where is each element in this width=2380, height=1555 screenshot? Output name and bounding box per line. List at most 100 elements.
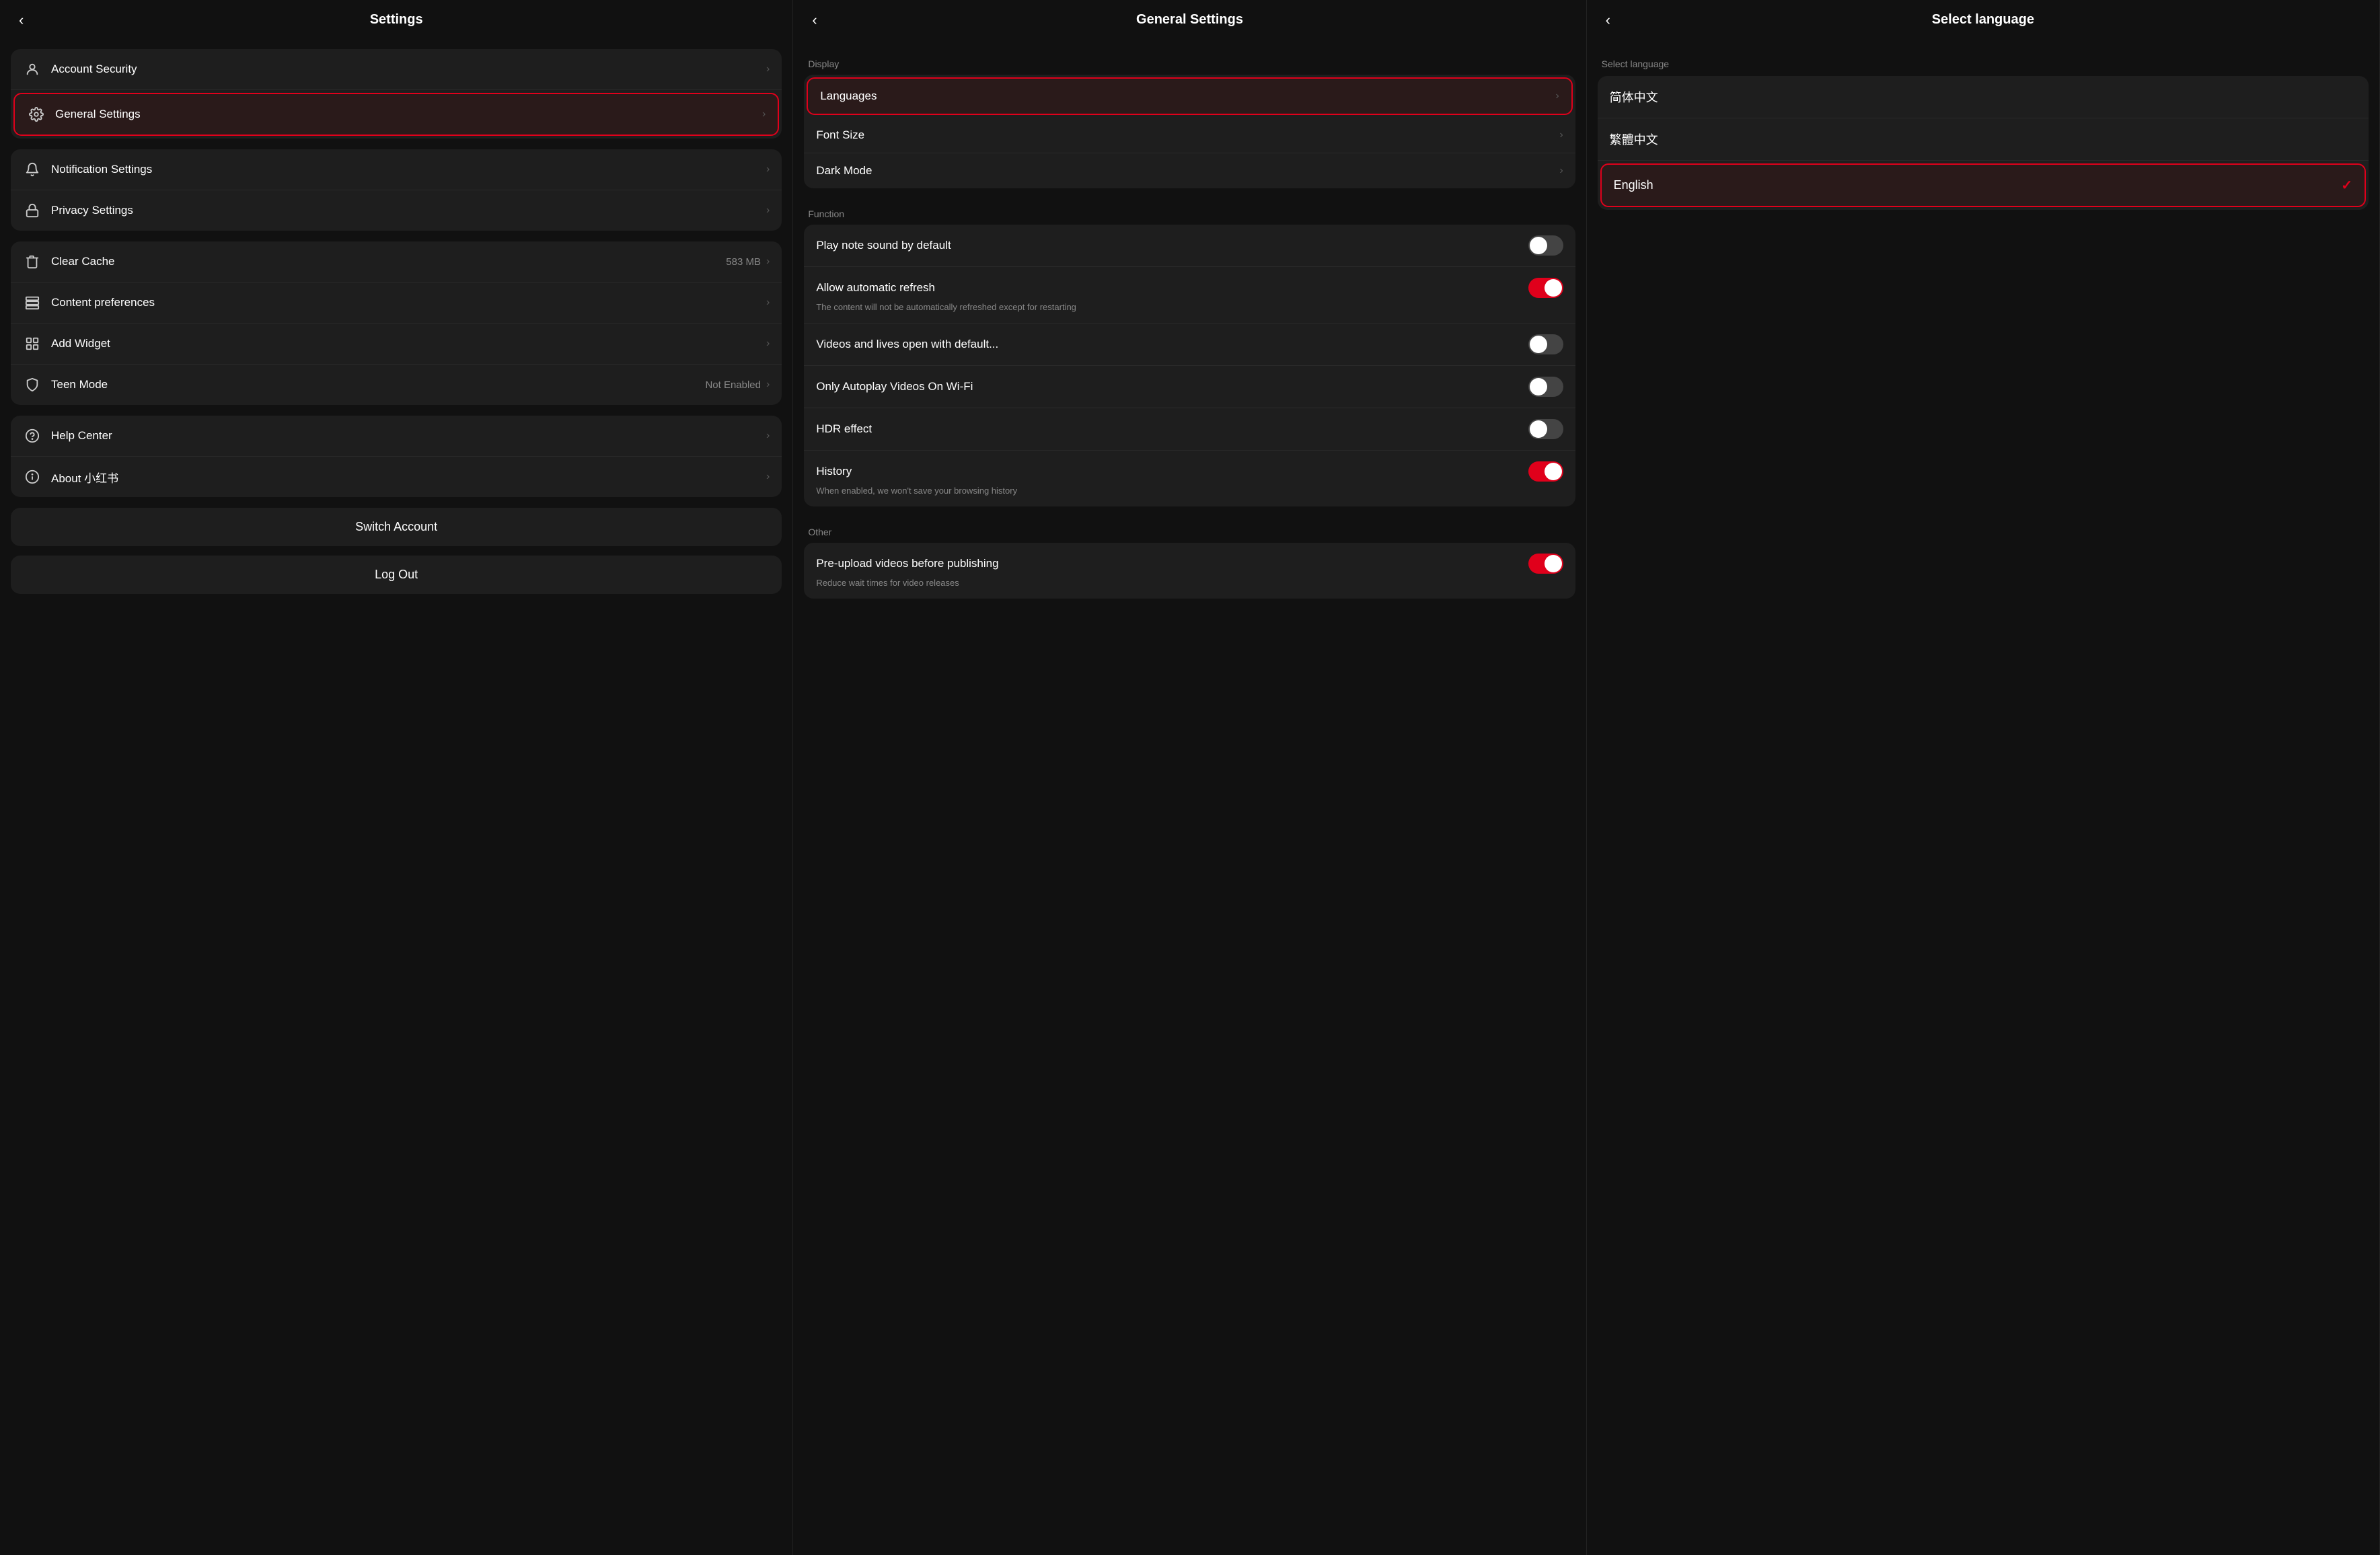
pre-upload-label: Pre-upload videos before publishing <box>816 557 1528 570</box>
languages-chevron: › <box>1555 90 1559 102</box>
lang-zh-cn-row[interactable]: 简体中文 <box>1598 76 2369 118</box>
dark-mode-label: Dark Mode <box>816 164 1559 178</box>
play-note-sound-label: Play note sound by default <box>816 239 1528 252</box>
languages-row[interactable]: Languages › <box>807 77 1572 115</box>
about-chevron: › <box>766 471 770 483</box>
hdr-effect-toggle[interactable] <box>1528 419 1563 439</box>
videos-lives-toggle[interactable] <box>1528 334 1563 354</box>
lang-en-label: English <box>1614 178 2342 192</box>
history-row[interactable]: History When enabled, we won't save your… <box>804 451 1575 506</box>
languages-label: Languages <box>820 89 1555 103</box>
hdr-effect-row[interactable]: HDR effect <box>804 408 1575 451</box>
videos-lives-label: Videos and lives open with default... <box>816 338 1528 351</box>
account-security-label: Account Security <box>51 63 766 76</box>
shield-icon <box>23 375 42 394</box>
settings-back-button[interactable]: ‹ <box>13 9 29 32</box>
settings-group-notify: Notification Settings › Privacy Settings… <box>11 149 782 231</box>
history-toggle[interactable] <box>1528 461 1563 482</box>
allow-auto-refresh-toggle[interactable] <box>1528 278 1563 298</box>
teen-mode-label: Teen Mode <box>51 378 705 391</box>
autoplay-wifi-col: Only Autoplay Videos On Wi-Fi <box>816 380 1528 393</box>
select-language-back-button[interactable]: ‹ <box>1600 9 1616 32</box>
history-sub: When enabled, we won't save your browsin… <box>816 486 1017 496</box>
allow-auto-refresh-sub: The content will not be automatically re… <box>816 302 1076 312</box>
play-note-sound-col: Play note sound by default <box>816 239 1528 252</box>
language-section-label: Select language <box>1598 49 2369 76</box>
content-preferences-row[interactable]: Content preferences › <box>11 282 782 324</box>
hdr-effect-col: HDR effect <box>816 422 1528 436</box>
about-row[interactable]: About 小红书 › <box>11 457 782 497</box>
settings-group-tools: Clear Cache 583 MB › Content preferences… <box>11 241 782 405</box>
account-security-chevron: › <box>766 63 770 75</box>
general-settings-row[interactable]: General Settings › <box>13 93 779 136</box>
lang-en-check: ✓ <box>2341 177 2352 194</box>
videos-lives-col: Videos and lives open with default... <box>816 338 1528 351</box>
videos-lives-row[interactable]: Videos and lives open with default... <box>804 324 1575 366</box>
settings-body: Account Security › General Settings › No… <box>0 40 792 1555</box>
trash-icon <box>23 252 42 271</box>
general-settings-back-button[interactable]: ‹ <box>807 9 822 32</box>
lang-zh-tw-label: 繁體中文 <box>1610 130 2356 148</box>
layers-icon <box>23 293 42 312</box>
notification-chevron: › <box>766 163 770 176</box>
help-center-row[interactable]: Help Center › <box>11 416 782 457</box>
help-center-label: Help Center <box>51 429 766 443</box>
bell-icon <box>23 160 42 179</box>
general-settings-title: General Settings <box>1136 12 1243 28</box>
allow-auto-refresh-row[interactable]: Allow automatic refresh The content will… <box>804 267 1575 324</box>
settings-group-help: Help Center › About 小红书 › <box>11 416 782 497</box>
privacy-label: Privacy Settings <box>51 204 766 217</box>
pre-upload-sub: Reduce wait times for video releases <box>816 578 959 588</box>
other-section-label: Other <box>804 517 1575 543</box>
switch-account-button[interactable]: Switch Account <box>11 508 782 546</box>
dark-mode-row[interactable]: Dark Mode › <box>804 153 1575 188</box>
clear-cache-value: 583 MB <box>726 256 761 268</box>
help-center-chevron: › <box>766 430 770 442</box>
general-settings-header: ‹ General Settings <box>793 0 1586 40</box>
pre-upload-toggle[interactable] <box>1528 554 1563 574</box>
display-group: Languages › Font Size › Dark Mode › <box>804 75 1575 188</box>
privacy-settings-row[interactable]: Privacy Settings › <box>11 190 782 231</box>
teen-mode-chevron: › <box>766 379 770 391</box>
about-label: About 小红书 <box>51 469 766 486</box>
allow-auto-refresh-label: Allow automatic refresh <box>816 281 1528 295</box>
select-language-panel: ‹ Select language Select language 简体中文 繁… <box>1587 0 2380 1555</box>
font-size-row[interactable]: Font Size › <box>804 118 1575 153</box>
clear-cache-label: Clear Cache <box>51 255 726 268</box>
account-security-row[interactable]: Account Security › <box>11 49 782 90</box>
settings-panel: ‹ Settings Account Security › General Se… <box>0 0 793 1555</box>
language-list: 简体中文 繁體中文 English ✓ <box>1598 76 2369 210</box>
lang-en-row[interactable]: English ✓ <box>1600 163 2366 207</box>
function-section-label: Function <box>804 199 1575 225</box>
notification-label: Notification Settings <box>51 163 766 176</box>
autoplay-wifi-label: Only Autoplay Videos On Wi-Fi <box>816 380 1528 393</box>
select-language-body: Select language 简体中文 繁體中文 English ✓ <box>1587 40 2379 1555</box>
log-out-button[interactable]: Log Out <box>11 556 782 594</box>
select-language-title: Select language <box>1932 12 2034 28</box>
person-icon <box>23 60 42 79</box>
pre-upload-row[interactable]: Pre-upload videos before publishing Redu… <box>804 543 1575 599</box>
autoplay-wifi-toggle[interactable] <box>1528 377 1563 397</box>
display-section-label: Display <box>804 49 1575 75</box>
general-settings-body: Display Languages › Font Size › Dark Mod… <box>793 40 1586 1555</box>
settings-header: ‹ Settings <box>0 0 792 40</box>
gear-icon <box>27 105 46 124</box>
info-icon <box>23 467 42 486</box>
help-icon <box>23 426 42 445</box>
teen-mode-row[interactable]: Teen Mode Not Enabled › <box>11 365 782 405</box>
add-widget-row[interactable]: Add Widget › <box>11 324 782 365</box>
font-size-label: Font Size <box>816 128 1559 142</box>
select-language-header: ‹ Select language <box>1587 0 2379 40</box>
content-preferences-chevron: › <box>766 297 770 309</box>
clear-cache-chevron: › <box>766 256 770 268</box>
history-label: History <box>816 465 1528 478</box>
general-settings-chevron: › <box>762 108 766 120</box>
notification-settings-row[interactable]: Notification Settings › <box>11 149 782 190</box>
play-note-sound-toggle[interactable] <box>1528 235 1563 256</box>
content-preferences-label: Content preferences <box>51 296 766 309</box>
lang-zh-tw-row[interactable]: 繁體中文 <box>1598 118 2369 161</box>
play-note-sound-row[interactable]: Play note sound by default <box>804 225 1575 267</box>
clear-cache-row[interactable]: Clear Cache 583 MB › <box>11 241 782 282</box>
add-widget-label: Add Widget <box>51 337 766 350</box>
autoplay-wifi-row[interactable]: Only Autoplay Videos On Wi-Fi <box>804 366 1575 408</box>
